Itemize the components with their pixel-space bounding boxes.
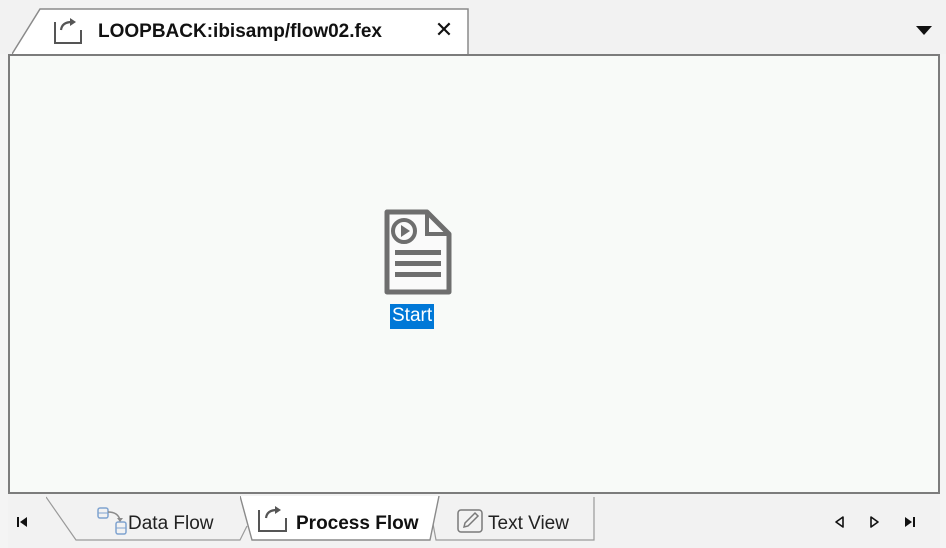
start-node-label[interactable]: Start (390, 304, 435, 329)
tab-text-view[interactable]: Text View (428, 496, 600, 542)
next-tab-icon[interactable] (866, 514, 882, 530)
close-tab-icon[interactable]: ✕ (432, 18, 456, 42)
document-tab[interactable]: LOOPBACK:ibisamp/flow02.fex ✕ (12, 8, 470, 56)
previous-tab-icon[interactable] (832, 514, 848, 530)
tab-text-view-label: Text View (488, 513, 569, 534)
first-tab-icon[interactable] (14, 514, 30, 530)
process-flow-icon (54, 18, 82, 44)
document-tab-strip: LOOPBACK:ibisamp/flow02.fex ✕ (0, 0, 946, 56)
view-tab-bar: Data Flow Text View Process Flow (8, 494, 940, 548)
tab-process-flow-label: Process Flow (296, 513, 419, 534)
start-node[interactable]: Start (382, 208, 452, 329)
data-flow-icon (97, 507, 127, 535)
tab-process-flow[interactable]: Process Flow (240, 496, 440, 542)
pencil-icon (457, 509, 483, 533)
dropdown-triangle-icon[interactable] (914, 22, 934, 38)
process-flow-icon (258, 506, 287, 532)
tab-data-flow-label: Data Flow (128, 513, 214, 534)
tab-data-flow[interactable]: Data Flow (46, 496, 248, 542)
process-flow-canvas[interactable]: Start (8, 54, 940, 494)
start-document-play-icon (384, 209, 452, 295)
last-tab-icon[interactable] (902, 514, 918, 530)
document-tab-title: LOOPBACK:ibisamp/flow02.fex (98, 21, 382, 42)
